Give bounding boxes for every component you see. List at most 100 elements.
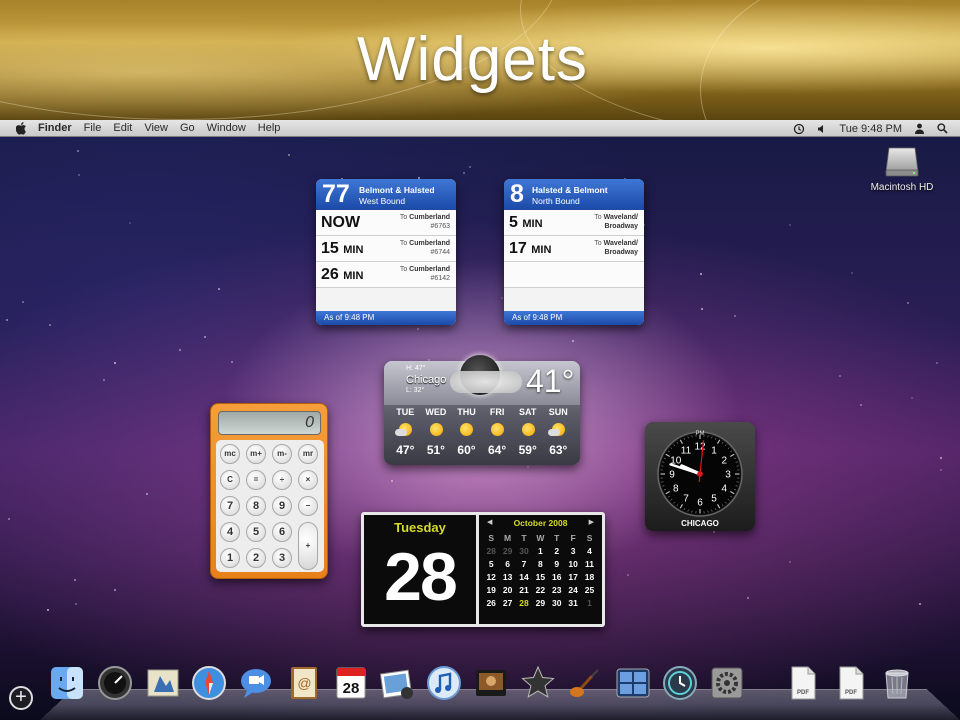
menu-window[interactable]: Window (207, 122, 246, 134)
iphoto-icon[interactable] (378, 664, 416, 702)
six-button[interactable]: 6 (272, 522, 292, 542)
mc-button[interactable]: mc (220, 444, 240, 464)
calendar-date[interactable]: 27 (499, 597, 515, 610)
calculator-widget[interactable]: 0 mc m+ m- mr C = ÷ × 7 8 9 − 4 5 6 + 1 … (210, 403, 328, 579)
plus-button[interactable]: + (298, 522, 318, 570)
calendar-date[interactable]: 8 (532, 558, 548, 571)
calendar-date[interactable]: 30 (516, 545, 532, 558)
pdf-document-icon[interactable]: PDF (832, 664, 870, 702)
calendar-date[interactable]: 14 (516, 571, 532, 584)
seven-button[interactable]: 7 (220, 496, 240, 516)
hard-drive-icon[interactable] (884, 146, 920, 178)
calendar-date[interactable]: 1 (532, 545, 548, 558)
menu-view[interactable]: View (144, 122, 168, 134)
weather-widget[interactable]: H: 47° Chicago L: 32° 41° TUE 47° WED 51° TH… (384, 355, 580, 465)
equals-button[interactable]: = (246, 470, 266, 490)
pdf-document-icon[interactable]: PDF (784, 664, 822, 702)
calendar-date[interactable]: 28 (483, 545, 499, 558)
mail-icon[interactable] (144, 664, 182, 702)
calendar-date[interactable]: 2 (549, 545, 565, 558)
nine-button[interactable]: 9 (272, 496, 292, 516)
address-book-icon[interactable]: @ (285, 664, 323, 702)
menu-edit[interactable]: Edit (113, 122, 132, 134)
finder-icon[interactable] (48, 664, 86, 702)
calendar-date[interactable]: 19 (483, 584, 499, 597)
add-widget-button[interactable]: + (9, 686, 33, 710)
garageband-icon[interactable] (566, 664, 604, 702)
two-button[interactable]: 2 (246, 548, 266, 568)
menu-finder[interactable]: Finder (38, 122, 72, 134)
itunes-icon[interactable] (425, 664, 463, 702)
eight-button[interactable]: 8 (246, 496, 266, 516)
photo-booth-icon[interactable] (472, 664, 510, 702)
multiply-button[interactable]: × (298, 470, 318, 490)
calendar-date[interactable]: 12 (483, 571, 499, 584)
imovie-icon[interactable] (519, 664, 557, 702)
calendar-date[interactable]: 15 (532, 571, 548, 584)
ichat-icon[interactable] (237, 664, 275, 702)
transit-widget-77[interactable]: 77 Belmont & Halsted West Bound NOW To C… (316, 179, 456, 325)
three-button[interactable]: 3 (272, 548, 292, 568)
m-plus-button[interactable]: m+ (246, 444, 266, 464)
clock-numeral: 7 (683, 494, 689, 505)
calendar-date[interactable]: 29 (532, 597, 548, 610)
star (47, 609, 49, 611)
calendar-date[interactable]: 24 (565, 584, 581, 597)
forecast-day-name: WED (425, 407, 447, 417)
divide-button[interactable]: ÷ (272, 470, 292, 490)
spotlight-icon[interactable] (937, 123, 948, 134)
transit-widget-8[interactable]: 8 Halsted & Belmont North Bound 5 MIN To… (504, 179, 644, 325)
calendar-day-panel[interactable]: Tuesday 28 (364, 515, 476, 624)
world-clock-widget[interactable]: PM 12 1 2 3 4 5 6 7 8 9 10 11 CHICAGO (645, 422, 755, 531)
four-button[interactable]: 4 (220, 522, 240, 542)
calendar-date[interactable]: 29 (499, 545, 515, 558)
calendar-date[interactable]: 1 (581, 597, 597, 610)
calendar-date[interactable]: 4 (581, 545, 597, 558)
calendar-date[interactable]: 28 (516, 597, 532, 610)
ical-icon[interactable]: 28 (332, 664, 370, 702)
trash-icon[interactable] (878, 664, 916, 702)
calendar-date[interactable]: 23 (549, 584, 565, 597)
menu-file[interactable]: File (84, 122, 102, 134)
calendar-widget[interactable]: Tuesday 28 ◀ October 2008 ▶ S M T W T F S 28 29 3… (361, 512, 605, 627)
safari-icon[interactable] (190, 664, 228, 702)
calendar-date[interactable]: 10 (565, 558, 581, 571)
calendar-date[interactable]: 18 (581, 571, 597, 584)
dock-icon-label: PDF (797, 690, 809, 696)
volume-icon[interactable] (817, 124, 827, 134)
system-preferences-icon[interactable] (708, 664, 746, 702)
one-button[interactable]: 1 (220, 548, 240, 568)
calendar-date[interactable]: 26 (483, 597, 499, 610)
time-machine-icon[interactable] (661, 664, 699, 702)
five-button[interactable]: 5 (246, 522, 266, 542)
apple-menu-icon[interactable] (14, 121, 28, 135)
user-icon[interactable] (914, 123, 925, 134)
calendar-date[interactable]: 21 (516, 584, 532, 597)
clear-button[interactable]: C (220, 470, 240, 490)
calendar-date[interactable]: 7 (516, 558, 532, 571)
spaces-icon[interactable] (614, 664, 652, 702)
minus-button[interactable]: − (298, 496, 318, 516)
menu-go[interactable]: Go (180, 122, 195, 134)
calendar-date[interactable]: 20 (499, 584, 515, 597)
time-machine-menu-icon[interactable] (793, 123, 805, 135)
menu-clock[interactable]: Tue 9:48 PM (839, 123, 902, 135)
m-minus-button[interactable]: m- (272, 444, 292, 464)
calendar-date[interactable]: 3 (565, 545, 581, 558)
calendar-date[interactable]: 11 (581, 558, 597, 571)
dashboard-icon[interactable] (96, 664, 134, 702)
calendar-date[interactable]: 31 (565, 597, 581, 610)
calendar-date[interactable]: 25 (581, 584, 597, 597)
star (218, 288, 220, 290)
menu-help[interactable]: Help (258, 122, 281, 134)
next-month-icon[interactable]: ▶ (589, 518, 594, 526)
calendar-date[interactable]: 9 (549, 558, 565, 571)
calendar-date[interactable]: 13 (499, 571, 515, 584)
calendar-date[interactable]: 30 (549, 597, 565, 610)
calendar-date[interactable]: 17 (565, 571, 581, 584)
calendar-date[interactable]: 6 (499, 558, 515, 571)
calendar-date[interactable]: 16 (549, 571, 565, 584)
calendar-date[interactable]: 22 (532, 584, 548, 597)
calendar-date[interactable]: 5 (483, 558, 499, 571)
mr-button[interactable]: mr (298, 444, 318, 464)
